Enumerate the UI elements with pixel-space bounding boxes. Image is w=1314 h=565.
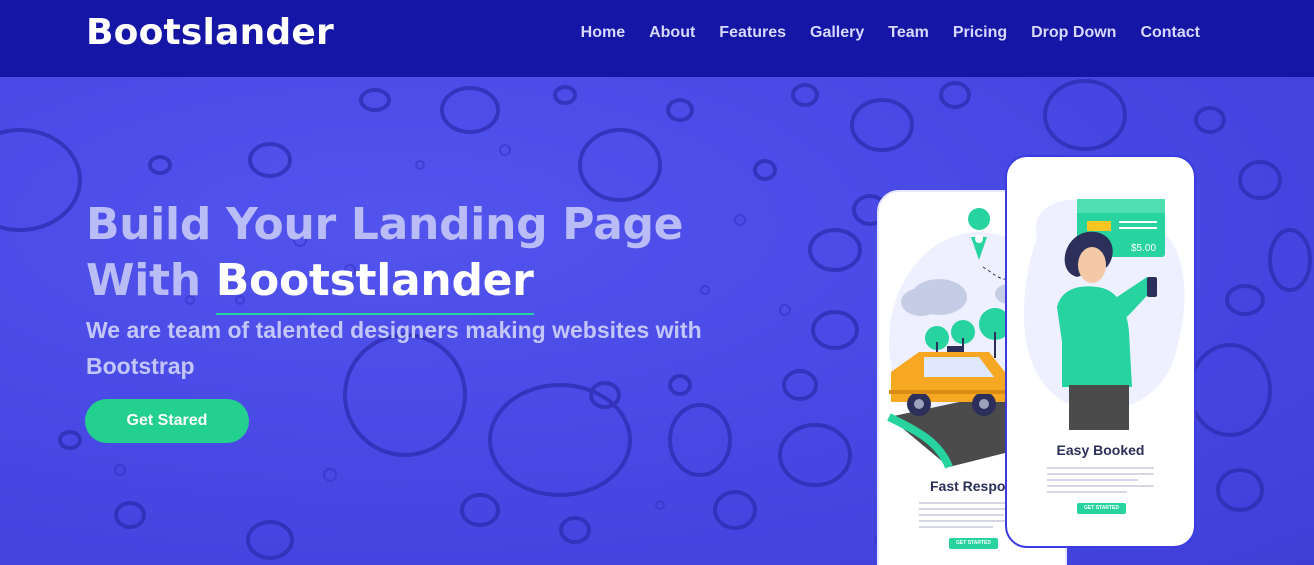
- booking-illustration: $5.00: [1023, 199, 1185, 430]
- hero-subtitle: We are team of talented designers making…: [86, 317, 702, 379]
- hero-title-with: With: [86, 255, 216, 306]
- nav-gallery[interactable]: Gallery: [810, 24, 864, 42]
- front-phone-text-lines: [1047, 467, 1154, 497]
- nav-pricing[interactable]: Pricing: [953, 24, 1007, 42]
- main-nav: Home About Features Gallery Team Pricing…: [557, 24, 1200, 42]
- price-label: $5.00: [1131, 243, 1156, 254]
- front-phone-button: GET STARTED: [1077, 503, 1126, 514]
- get-started-button[interactable]: Get Stared: [85, 399, 249, 443]
- hero-title-brand: Bootstlander: [215, 253, 534, 315]
- hero-title-line1: Build Your Landing Page: [86, 199, 684, 250]
- hero-title: Build Your Landing Page With Bootstlande…: [86, 197, 684, 315]
- nav-home[interactable]: Home: [581, 24, 625, 42]
- nav-dropdown[interactable]: Drop Down: [1031, 24, 1116, 42]
- nav-about[interactable]: About: [649, 24, 695, 42]
- nav-team[interactable]: Team: [888, 24, 929, 42]
- nav-contact[interactable]: Contact: [1140, 24, 1200, 42]
- phone-mockup-front: $5.00 Easy Booked GET STARTED: [1005, 155, 1196, 548]
- top-navbar: Bootslander Home About Features Gallery …: [0, 0, 1314, 77]
- site-logo[interactable]: Bootslander: [86, 12, 334, 53]
- back-phone-button: GET STARTED: [949, 538, 998, 549]
- front-phone-caption: Easy Booked: [1056, 442, 1145, 458]
- nav-features[interactable]: Features: [719, 24, 786, 42]
